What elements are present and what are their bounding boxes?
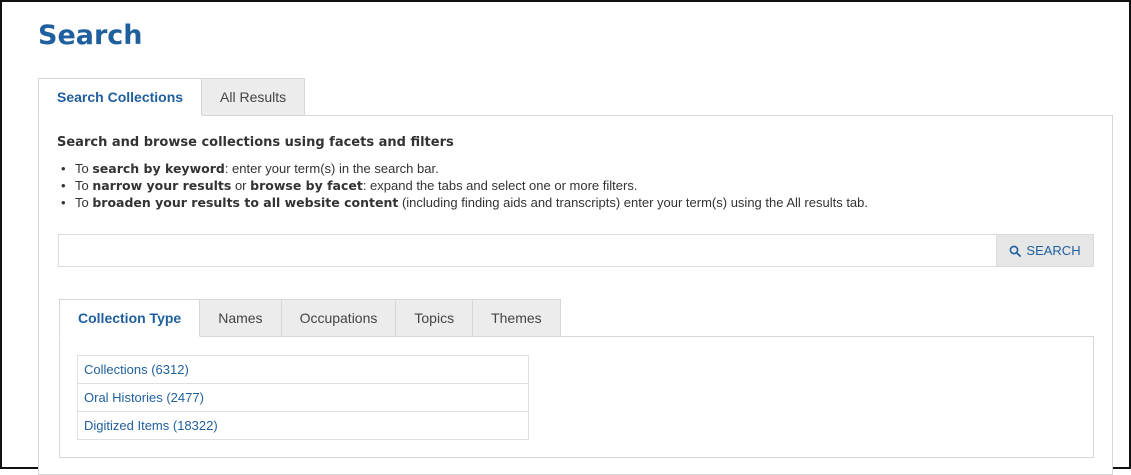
instruction-broaden: To broaden your results to all website c… [59,194,868,211]
search-input[interactable] [59,235,996,266]
instruction-text: or [231,178,251,193]
tab-search-collections[interactable]: Search Collections [38,78,203,116]
collection-type-panel: Collections (6312) Oral Histories (2477)… [59,336,1094,458]
page-title: Search [38,20,143,51]
instruction-emphasis: search by keyword [92,161,225,176]
instruction-narrow: To narrow your results or browse by face… [59,177,868,194]
instruction-text: To [75,161,93,176]
tab-names[interactable]: Names [200,299,282,337]
intro-heading: Search and browse collections using face… [57,135,454,150]
search-icon [1010,245,1022,257]
search-bar: SEARCH [58,234,1094,267]
search-button[interactable]: SEARCH [996,235,1093,266]
facet-item-collections[interactable]: Collections (6312) [78,356,528,383]
facet-item-oral-histories[interactable]: Oral Histories (2477) [78,383,528,411]
facet-tabs: Collection Type Names Occupations Topics… [59,299,561,337]
facet-list: Collections (6312) Oral Histories (2477)… [77,355,529,440]
instruction-text: To [75,195,93,210]
instruction-text: : enter your term(s) in the search bar. [224,161,439,176]
facet-item-digitized-items[interactable]: Digitized Items (18322) [78,411,528,439]
instruction-emphasis: broaden your results to all website cont… [92,195,399,210]
tab-all-results[interactable]: All Results [202,78,306,116]
instruction-text: To [75,178,93,193]
tab-collection-type[interactable]: Collection Type [59,299,201,337]
instructions-list: To search by keyword: enter your term(s)… [59,160,868,211]
tab-topics[interactable]: Topics [396,299,474,337]
search-collections-panel: Search and browse collections using face… [38,115,1113,475]
main-tabs: Search Collections All Results [38,78,306,116]
instruction-emphasis: browse by facet [250,178,363,193]
instruction-emphasis: narrow your results [92,178,232,193]
search-button-label: SEARCH [1026,243,1081,258]
instruction-text: (including finding aids and transcripts)… [398,195,869,210]
tab-occupations[interactable]: Occupations [281,299,397,337]
tab-themes[interactable]: Themes [473,299,561,337]
instruction-keyword: To search by keyword: enter your term(s)… [59,160,868,177]
instruction-text: : expand the tabs and select one or more… [362,178,638,193]
